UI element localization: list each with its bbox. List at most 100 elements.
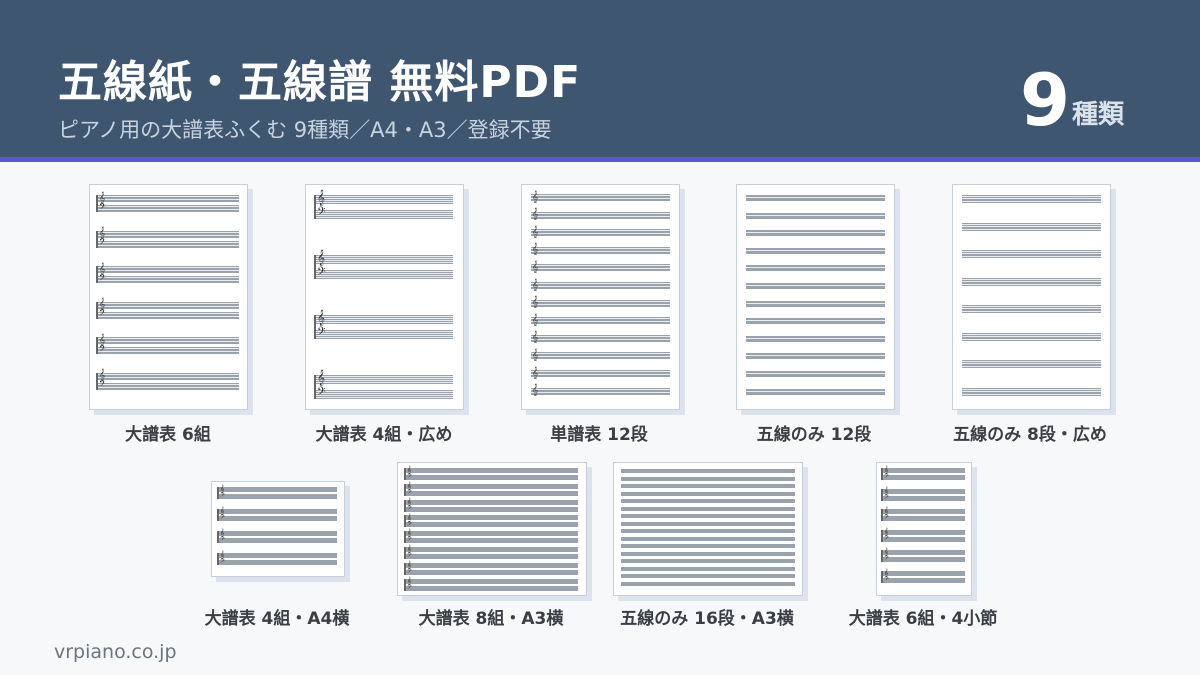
staff-line: [406, 582, 578, 584]
staff-line: [98, 201, 239, 202]
template-caption[interactable]: 大譜表 6組: [88, 420, 248, 445]
staff: 𝄢: [98, 203, 239, 213]
staff-line: [98, 382, 239, 384]
staff-line: [316, 396, 453, 397]
staff-line: [98, 388, 239, 390]
staff-line: [531, 355, 670, 357]
template-caption[interactable]: 五線のみ 8段・広め: [935, 420, 1125, 445]
staff-line: [316, 212, 453, 213]
brace: [96, 266, 98, 283]
staff-line: [531, 267, 670, 269]
type-count: 9: [1020, 58, 1071, 142]
staff-line: [531, 302, 670, 304]
bass-clef-icon: 𝄢: [220, 491, 225, 501]
staff-line: [406, 519, 578, 521]
staff-line: [962, 282, 1101, 284]
staff-line: [219, 491, 337, 492]
template-caption[interactable]: 大譜表 6組・4小節: [828, 604, 1018, 629]
staff: [621, 574, 795, 578]
staff: [621, 506, 795, 511]
staff: [962, 277, 1101, 286]
staff-line: [746, 354, 885, 356]
bass-clef-icon: 𝄢: [220, 535, 225, 545]
template-thumbnail-grand-staff-4-a4-landscape[interactable]: 𝄞 𝄢 𝄞 𝄢 𝄞 𝄢 𝄞 𝄢: [211, 481, 345, 577]
staff-line: [531, 352, 670, 354]
template-thumbnail-staff-only-12[interactable]: [736, 184, 895, 410]
staff-line: [316, 257, 453, 258]
staff: 𝄢: [406, 568, 578, 575]
staff-line: [962, 392, 1101, 394]
template-thumbnail-single-staff-12[interactable]: 𝄞 𝄞 𝄞 𝄞 𝄞 𝄞 𝄞 𝄞 𝄞 𝄞 𝄞 𝄞: [521, 184, 680, 410]
staff: 𝄢: [98, 380, 239, 390]
staff-line: [531, 217, 670, 219]
staff-line: [746, 389, 885, 391]
staff-line: [406, 535, 578, 537]
template-thumbnail-staff-only-16-a3-landscape[interactable]: [613, 462, 803, 596]
brace: [404, 483, 406, 496]
bass-clef-icon: 𝄢: [220, 557, 225, 567]
staff: 𝄞: [406, 514, 578, 521]
brace: [404, 547, 406, 559]
staff-line: [406, 558, 578, 559]
staff-line: [746, 393, 885, 395]
brace: [314, 375, 316, 399]
staff-line: [746, 301, 885, 303]
staff: [621, 566, 795, 571]
staff: [621, 469, 795, 473]
site-url[interactable]: vrpiano.co.jp: [54, 641, 177, 663]
brace: [404, 468, 406, 480]
staff: 𝄢: [406, 519, 578, 529]
treble-clef-icon: 𝄞: [317, 309, 325, 326]
bass-clef-icon: 𝄢: [407, 519, 412, 529]
brace: [881, 550, 883, 562]
staff-line: [316, 398, 453, 399]
template-thumbnail-grand-staff-8-a3-landscape[interactable]: 𝄞 𝄢 𝄞 𝄢 𝄞 𝄢 𝄞 𝄢 𝄞 𝄢 𝄞 𝄢 𝄞 𝄢 𝄞 𝄢: [397, 462, 587, 596]
staff-line: [621, 547, 795, 548]
template-thumbnail-grand-staff-6-4-measures[interactable]: 𝄞 𝄢 𝄞 𝄢 𝄞 𝄢 𝄞 𝄢 𝄞 𝄢 𝄞 𝄢: [876, 462, 972, 596]
template-caption[interactable]: 大譜表 4組・A4横: [185, 604, 369, 629]
template-thumbnail-grand-staff-4-wide[interactable]: 𝄞 𝄢 𝄞 𝄢 𝄞 𝄢 𝄞 𝄢: [305, 184, 464, 410]
staff-line: [406, 526, 578, 528]
staff: [621, 521, 795, 526]
staff: 𝄞: [316, 189, 453, 206]
staff-line: [531, 252, 670, 254]
bass-clef-icon: 𝄢: [99, 237, 106, 250]
treble-clef-icon: 𝄞: [317, 189, 325, 206]
measure-bar: [904, 577, 905, 583]
template-caption[interactable]: 五線のみ 16段・A3横: [602, 604, 812, 629]
measure-bar: [945, 475, 946, 480]
staff-line: [219, 535, 337, 536]
template-thumbnail-staff-only-8-wide[interactable]: [952, 184, 1111, 410]
brace: [404, 531, 406, 544]
staff-line: [531, 249, 670, 251]
staff-line: [746, 372, 885, 373]
template-caption[interactable]: 大譜表 4組・広め: [294, 420, 474, 445]
staff-line: [621, 517, 795, 518]
staff: [621, 536, 795, 541]
staff: 𝄢: [219, 535, 337, 545]
brace: [881, 468, 883, 480]
template-caption[interactable]: 単譜表 12段: [519, 420, 679, 445]
bass-clef-icon: 𝄢: [407, 582, 412, 592]
staff-line: [316, 377, 453, 378]
staff-line: [98, 195, 239, 196]
staff: 𝄞: [219, 529, 337, 536]
staff: 𝄞: [98, 370, 239, 380]
template-caption[interactable]: 大譜表 8組・A3横: [396, 604, 586, 629]
staff: [621, 476, 795, 481]
measure-bar: [904, 488, 905, 494]
staff-line: [621, 577, 795, 578]
measure-bar: [945, 509, 946, 514]
staff-line: [962, 305, 1101, 306]
staff: 𝄢: [406, 473, 578, 480]
staff-line: [621, 562, 795, 563]
staff-line: [621, 487, 795, 488]
measure-bar: [904, 495, 905, 501]
staff-line: [98, 243, 239, 245]
measure-bar: [924, 570, 925, 576]
staff-line: [98, 353, 239, 354]
treble-clef-icon: 𝄞: [532, 384, 539, 397]
template-thumbnail-grand-staff-6[interactable]: 𝄞 𝄢 𝄞 𝄢 𝄞 𝄢 𝄞 𝄢 𝄞 𝄢 𝄞 𝄢: [89, 184, 248, 410]
staff-line: [621, 502, 795, 503]
template-caption[interactable]: 五線のみ 12段: [734, 420, 894, 445]
